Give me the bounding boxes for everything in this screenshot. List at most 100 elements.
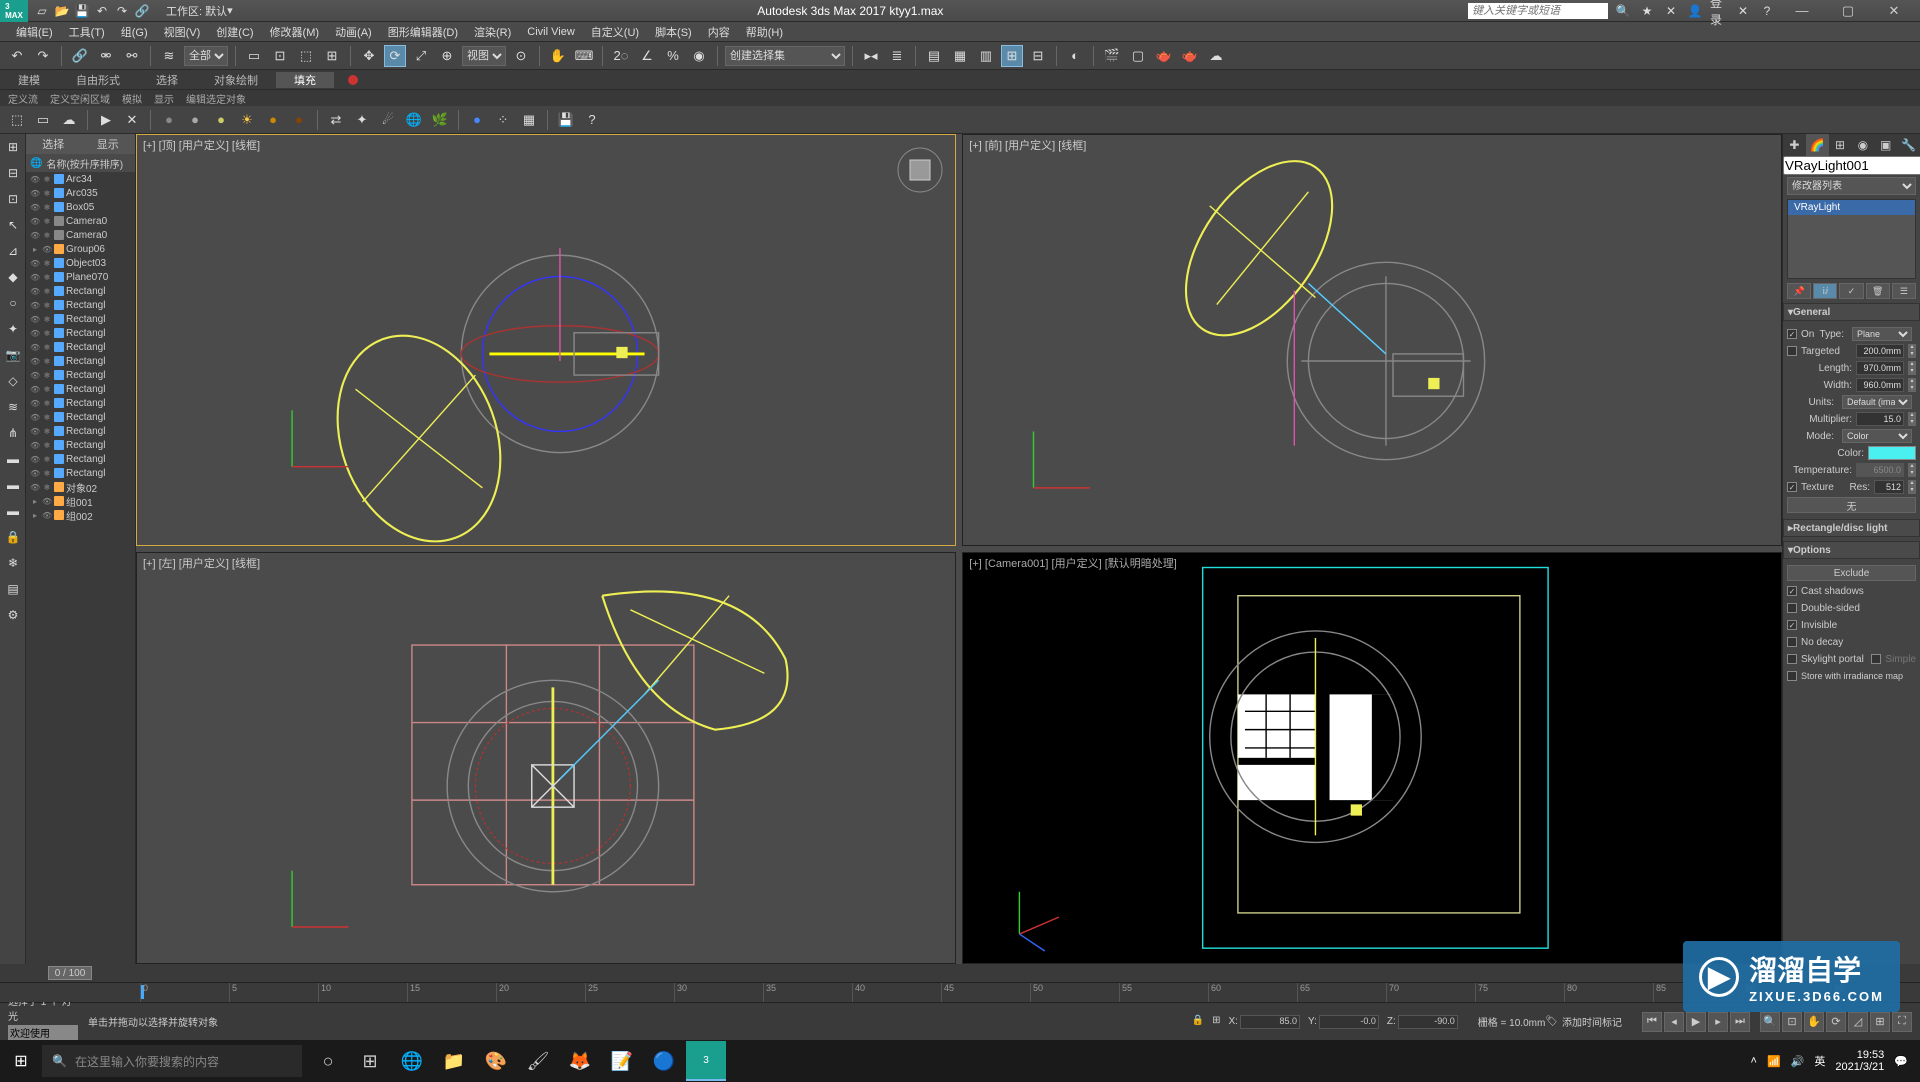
arrow-button[interactable]: ↖ — [1, 213, 25, 237]
move-button[interactable]: ✥ — [358, 45, 380, 67]
explorer-icon[interactable]: 📁 — [434, 1041, 474, 1081]
app-icon[interactable]: 3MAX — [0, 0, 28, 22]
sub-display[interactable]: 显示 — [154, 91, 174, 106]
menu-group[interactable]: 组(G) — [113, 24, 156, 40]
firefox-icon[interactable]: 🦊 — [560, 1041, 600, 1081]
targeted-checkbox[interactable] — [1787, 346, 1797, 356]
sphere3-icon[interactable]: ● — [210, 109, 232, 131]
fov-button[interactable]: ◿ — [1848, 1012, 1868, 1032]
tab-hierarchy[interactable]: ⊞ — [1829, 134, 1852, 156]
select-name-button[interactable]: ⊡ — [269, 45, 291, 67]
open-icon[interactable]: 📂 — [54, 3, 70, 19]
skylight-checkbox[interactable] — [1787, 654, 1797, 664]
col1-button[interactable]: ▬ — [1, 447, 25, 471]
sel-none-button[interactable]: ⊟ — [1, 161, 25, 185]
temp-value[interactable]: 6500.0 — [1856, 463, 1904, 477]
scene-item[interactable]: ▸👁Group06 — [26, 242, 135, 256]
sphere1-icon[interactable]: ● — [158, 109, 180, 131]
menu-animation[interactable]: 动画(A) — [327, 24, 380, 40]
invisible-checkbox[interactable]: ✓ — [1787, 620, 1797, 630]
tab-populate[interactable]: 填充 — [276, 72, 334, 88]
app4-icon[interactable]: 🔵 — [644, 1041, 684, 1081]
user-icon[interactable]: 👤 — [1686, 2, 1704, 20]
filter-space-button[interactable]: ≋ — [1, 395, 25, 419]
infocenter-icon[interactable]: 🔍 — [1614, 2, 1632, 20]
viewcube[interactable] — [895, 145, 945, 195]
y-value[interactable]: -0.0 — [1319, 1015, 1379, 1029]
scene-item[interactable]: 👁❄Rectangl — [26, 466, 135, 480]
exclude-button[interactable]: Exclude — [1787, 565, 1916, 581]
time-tag-icon[interactable]: 🏷 — [1545, 1016, 1558, 1027]
scene-item[interactable]: 👁❄Rectangl — [26, 368, 135, 382]
modifier-stack[interactable]: VRayLight — [1787, 199, 1916, 279]
sub-flow[interactable]: 定义流 — [8, 91, 38, 106]
bind-button[interactable]: ⚯ — [121, 45, 143, 67]
length-value[interactable]: 970.0mm — [1856, 361, 1904, 375]
render-online-button[interactable]: ☁ — [1205, 45, 1227, 67]
sub-edit[interactable]: 编辑选定对象 — [186, 91, 246, 106]
sel-inv-button[interactable]: ⊡ — [1, 187, 25, 211]
min-max-button[interactable]: ⛶ — [1892, 1012, 1912, 1032]
store-checkbox[interactable] — [1787, 671, 1797, 681]
sphere2-icon[interactable]: ● — [184, 109, 206, 131]
star-icon[interactable]: ★ — [1638, 2, 1656, 20]
keyboard-button[interactable]: ⌨ — [573, 45, 595, 67]
filter-bone-button[interactable]: ⋔ — [1, 421, 25, 445]
abs-rel-icon[interactable]: ⊞ — [1212, 1015, 1220, 1029]
sel-all-button[interactable]: ⊞ — [1, 135, 25, 159]
menu-render[interactable]: 渲染(R) — [466, 24, 519, 40]
scene-item[interactable]: 👁❄Rectangl — [26, 326, 135, 340]
info-button[interactable]: ? — [581, 109, 603, 131]
menu-views[interactable]: 视图(V) — [156, 24, 209, 40]
selection-name[interactable] — [1783, 156, 1920, 175]
mirror-button[interactable]: ▸◂ — [860, 45, 882, 67]
timeline[interactable]: 0 / 100 — [0, 964, 1920, 982]
globe-icon[interactable]: 🌐 — [403, 109, 425, 131]
multiplier-value[interactable]: 15.0 — [1856, 412, 1904, 426]
sim-button[interactable]: ▶ — [95, 109, 117, 131]
edge-icon[interactable]: 🌐 — [392, 1041, 432, 1081]
scene-item[interactable]: 👁❄对象02 — [26, 480, 135, 494]
tray-up-icon[interactable]: ˄ — [1751, 1055, 1757, 1067]
zoom-button[interactable]: 🔍 — [1760, 1012, 1780, 1032]
modifier-item[interactable]: VRayLight — [1788, 200, 1915, 215]
scene-item[interactable]: 👁❄Rectangl — [26, 284, 135, 298]
menu-graph[interactable]: 图形编辑器(D) — [380, 24, 466, 40]
tab-modify[interactable]: 🌈 — [1806, 134, 1829, 156]
sub-sim[interactable]: 模拟 — [122, 91, 142, 106]
freeze-button[interactable]: ❄ — [1, 551, 25, 575]
zoom-all-button[interactable]: ⊡ — [1782, 1012, 1802, 1032]
scene-item[interactable]: 👁❄Rectangl — [26, 452, 135, 466]
viewport-label[interactable]: [+] [前] [用户定义] [线框] — [969, 137, 1086, 153]
place-button[interactable]: ⊕ — [436, 45, 458, 67]
undo-button[interactable]: ↶ — [6, 45, 28, 67]
sphere5-icon[interactable]: ● — [288, 109, 310, 131]
idle-button[interactable]: ▭ — [32, 109, 54, 131]
3dsmax-taskbar-icon[interactable]: 3 — [686, 1041, 726, 1081]
align-button[interactable]: ≣ — [886, 45, 908, 67]
viewport-label[interactable]: [+] [Camera001] [用户定义] [默认明暗处理] — [969, 555, 1177, 571]
viewport-label[interactable]: [+] [左] [用户定义] [线框] — [143, 555, 260, 571]
named-selection[interactable]: 创建选择集 — [725, 46, 845, 66]
play-button[interactable]: ▶ — [1686, 1012, 1706, 1032]
menu-content[interactable]: 内容 — [700, 24, 738, 40]
type-select[interactable]: Plane — [1852, 327, 1912, 341]
scene-item[interactable]: 👁❄Box05 — [26, 200, 135, 214]
nodecay-checkbox[interactable] — [1787, 637, 1797, 647]
mode-select[interactable]: Color — [1842, 429, 1912, 443]
snap-percent-button[interactable]: % — [662, 45, 684, 67]
viewport-front[interactable]: [+] [前] [用户定义] [线框] — [962, 134, 1782, 546]
hier-button[interactable]: ⊿ — [1, 239, 25, 263]
sphere4-icon[interactable]: ● — [262, 109, 284, 131]
manipulate-button[interactable]: ✋ — [547, 45, 569, 67]
material-button[interactable]: ◐ — [1064, 45, 1086, 67]
bake-button[interactable]: ☄ — [377, 109, 399, 131]
time-slider[interactable]: 05101520253035404550556065707580859095 — [0, 982, 1920, 1002]
menu-help[interactable]: 帮助(H) — [738, 24, 791, 40]
menu-customize[interactable]: 自定义(U) — [583, 24, 647, 40]
scale-button[interactable]: ⤢ — [410, 45, 432, 67]
viewport-camera[interactable]: [+] [Camera001] [用户定义] [默认明暗处理] — [962, 552, 1782, 964]
swap-button[interactable]: ⇄ — [325, 109, 347, 131]
snap-angle-button[interactable]: ∠ — [636, 45, 658, 67]
tab-create[interactable]: ✚ — [1783, 134, 1806, 156]
